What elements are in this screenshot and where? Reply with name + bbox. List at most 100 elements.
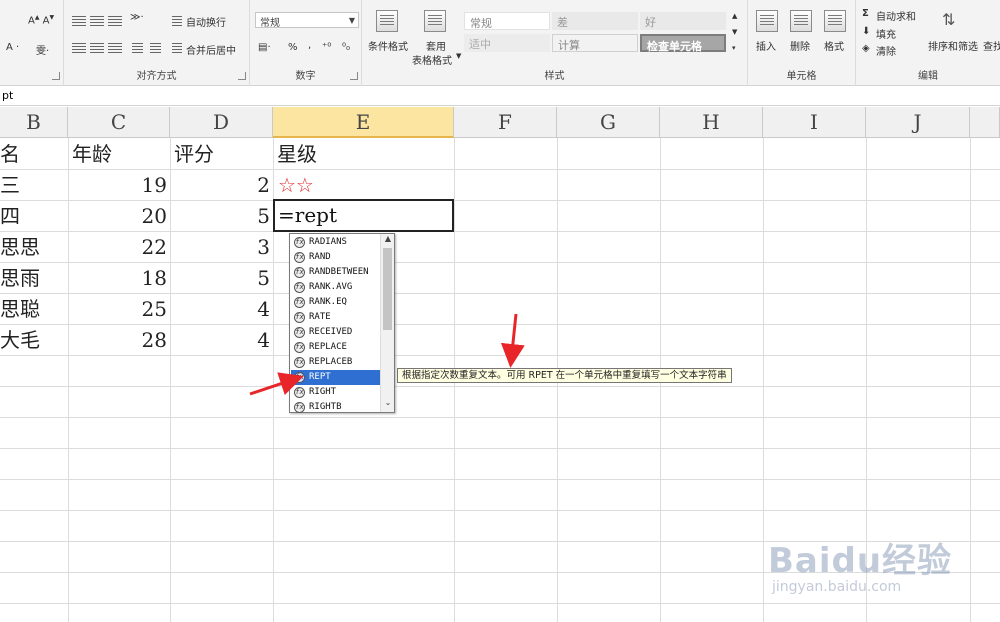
- cell-d-row-2[interactable]: 5: [170, 201, 273, 232]
- autocomplete-item[interactable]: fx RANK.EQ: [291, 295, 380, 310]
- column-header-f[interactable]: F: [454, 107, 557, 138]
- comma-button[interactable]: ,: [308, 40, 311, 51]
- cell-c-row-3[interactable]: 22: [68, 232, 170, 263]
- table-format-label-1[interactable]: 套用: [426, 38, 446, 53]
- cell-b-row-0[interactable]: 名: [0, 139, 68, 170]
- clear-button[interactable]: 清除: [876, 43, 896, 58]
- fill-button[interactable]: 填充: [876, 26, 896, 41]
- fill-icon: ⬇: [862, 26, 871, 37]
- cell-b-row-1[interactable]: 三: [0, 170, 68, 201]
- cell-d-row-3[interactable]: 3: [170, 232, 273, 263]
- autocomplete-item[interactable]: fx RATE: [291, 310, 380, 325]
- cell-b-row-4[interactable]: 思雨: [0, 263, 68, 294]
- column-header-h[interactable]: H: [660, 107, 763, 138]
- autocomplete-item[interactable]: fx REPLACE: [291, 340, 380, 355]
- align-top-icon[interactable]: [72, 16, 86, 26]
- style-cell-normal[interactable]: 常规: [464, 12, 550, 30]
- formula-bar[interactable]: pt: [0, 86, 1000, 106]
- cell-b-row-5[interactable]: 思聪: [0, 294, 68, 325]
- cell-b-row-6[interactable]: 大毛: [0, 325, 68, 356]
- decrease-indent-icon[interactable]: [132, 43, 143, 53]
- scroll-thumb[interactable]: [383, 248, 392, 330]
- style-cell-good[interactable]: 好: [640, 12, 726, 30]
- autocomplete-item[interactable]: fx RIGHTB: [291, 400, 380, 415]
- scroll-up-icon[interactable]: ▲: [381, 234, 395, 246]
- styles-scroll-up-icon[interactable]: ▲: [732, 12, 737, 20]
- currency-icon[interactable]: ▤·: [258, 42, 271, 53]
- alignment-launcher-icon[interactable]: [238, 72, 246, 80]
- autocomplete-item[interactable]: fx RECEIVED: [291, 325, 380, 340]
- autocomplete-item[interactable]: fx RANDBETWEEN: [291, 265, 380, 280]
- merge-center-button[interactable]: 合并后居中: [186, 42, 236, 57]
- autocomplete-item-label: REPLACE: [309, 342, 347, 352]
- cell-d-row-5[interactable]: 4: [170, 294, 273, 325]
- cell-b-row-3[interactable]: 思思: [0, 232, 68, 263]
- autocomplete-item[interactable]: fx RANK.AVG: [291, 280, 380, 295]
- cell-c-row-6[interactable]: 28: [68, 325, 170, 356]
- column-header-b[interactable]: B: [0, 107, 68, 138]
- number-group-label: 数字: [295, 71, 316, 82]
- increase-decimal-icon[interactable]: ⁺⁰: [322, 42, 331, 53]
- cell-d-row-6[interactable]: 4: [170, 325, 273, 356]
- styles-more-icon[interactable]: ▾: [732, 44, 736, 52]
- cell-c-row-0[interactable]: 年龄: [68, 139, 170, 170]
- orientation-icon[interactable]: ≫·: [130, 12, 144, 23]
- column-header-k[interactable]: [970, 107, 1000, 138]
- increase-indent-icon[interactable]: [150, 43, 161, 53]
- style-cell-check[interactable]: 检查单元格: [640, 34, 726, 53]
- cell-d-row-4[interactable]: 5: [170, 263, 273, 294]
- autocomplete-item[interactable]: fx RAND: [291, 250, 380, 265]
- autosum-button[interactable]: 自动求和: [876, 8, 916, 23]
- cell-e-row-1[interactable]: ☆☆: [273, 170, 454, 201]
- sort-filter-button[interactable]: 排序和筛选: [928, 38, 978, 53]
- font-color-icon[interactable]: A ·: [6, 42, 19, 53]
- cell-d-row-1[interactable]: 2: [170, 170, 273, 201]
- function-icon: fx: [294, 282, 305, 293]
- insert-button[interactable]: 插入: [756, 38, 776, 53]
- column-header-e[interactable]: E: [273, 107, 454, 138]
- autocomplete-scrollbar[interactable]: ▲ ⌄: [380, 234, 394, 412]
- function-autocomplete-list[interactable]: fx RADIANS fx RAND fx RANDBETWEEN fx RANK.AVG fx…: [289, 233, 395, 413]
- cell-e-row-0[interactable]: 星级: [273, 139, 454, 170]
- align-left-icon[interactable]: [72, 43, 86, 53]
- wrap-text-button[interactable]: 自动换行: [186, 14, 226, 29]
- autocomplete-item[interactable]: fx RIGHT: [291, 385, 380, 400]
- cells-group: 插入 删除 格式 单元格: [748, 0, 856, 86]
- active-cell-editor[interactable]: =rept: [273, 199, 454, 232]
- font-grow-icon[interactable]: A▲ A▼: [28, 14, 54, 26]
- style-cell-calculation[interactable]: 计算: [552, 34, 638, 52]
- autocomplete-item[interactable]: fx RADIANS: [291, 235, 380, 250]
- column-header-c[interactable]: C: [68, 107, 170, 138]
- format-button[interactable]: 格式: [824, 38, 844, 53]
- cell-b-row-2[interactable]: 四: [0, 201, 68, 232]
- align-right-icon[interactable]: [108, 43, 122, 53]
- cell-d-row-0[interactable]: 评分: [170, 139, 273, 170]
- align-center-icon[interactable]: [90, 43, 104, 53]
- column-header-i[interactable]: I: [763, 107, 866, 138]
- style-cell-bad[interactable]: 差: [552, 12, 638, 30]
- table-format-label-2[interactable]: 表格格式: [412, 52, 452, 67]
- number-format-dropdown[interactable]: 常规 ▼: [255, 12, 359, 29]
- column-header-d[interactable]: D: [170, 107, 273, 138]
- cell-c-row-4[interactable]: 18: [68, 263, 170, 294]
- cell-c-row-5[interactable]: 25: [68, 294, 170, 325]
- cell-c-row-1[interactable]: 19: [68, 170, 170, 201]
- scroll-down-icon[interactable]: ⌄: [381, 398, 395, 410]
- number-launcher-icon[interactable]: [350, 72, 358, 80]
- autocomplete-item[interactable]: fx REPLACEB: [291, 355, 380, 370]
- phonetic-icon[interactable]: 雯·: [36, 42, 49, 57]
- percent-button[interactable]: %: [288, 42, 298, 53]
- decrease-decimal-icon[interactable]: ⁰₀: [342, 42, 350, 53]
- autocomplete-item[interactable]: fx REPT: [291, 370, 380, 385]
- styles-scroll-down-icon[interactable]: ▼: [732, 28, 737, 36]
- align-middle-icon[interactable]: [90, 16, 104, 26]
- align-bottom-icon[interactable]: [108, 16, 122, 26]
- find-button[interactable]: 查找: [983, 38, 1000, 53]
- cell-c-row-2[interactable]: 20: [68, 201, 170, 232]
- conditional-format-button[interactable]: 条件格式: [368, 38, 408, 53]
- style-cell-neutral[interactable]: 适中: [464, 34, 550, 52]
- column-header-g[interactable]: G: [557, 107, 660, 138]
- column-header-j[interactable]: J: [866, 107, 970, 138]
- delete-button[interactable]: 删除: [790, 38, 810, 53]
- font-launcher-icon[interactable]: [52, 72, 60, 80]
